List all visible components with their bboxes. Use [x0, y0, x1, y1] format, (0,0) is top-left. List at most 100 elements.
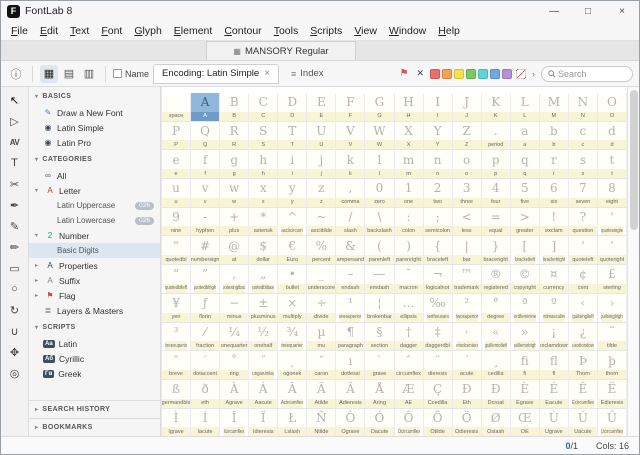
glyph-cell-guillemotright[interactable]: »guillemotright	[511, 323, 540, 352]
glyph-cell-numbersign[interactable]: #numbersign	[191, 236, 220, 265]
glyph-cell-Eth[interactable]: ÐEth	[453, 380, 482, 409]
glyph-cell-Ccedilla[interactable]: ÇCcedilla	[424, 380, 453, 409]
glyph-cell-v[interactable]: vv	[191, 179, 220, 208]
glyph-cell-AE[interactable]: ÆAE	[395, 380, 424, 409]
glyph-cell-x[interactable]: xx	[249, 179, 278, 208]
glyph-cell-h[interactable]: hh	[249, 150, 278, 179]
glyph-cell-J[interactable]: JJ	[453, 93, 482, 122]
glyph-cell-asterisk[interactable]: *asterisk	[249, 208, 278, 237]
glyph-cell-copyright[interactable]: ©copyright	[511, 265, 540, 294]
panel-item-flag[interactable]: ▸⚑Flag	[29, 288, 160, 303]
glyph-cell-ring[interactable]: ˚ring	[220, 351, 249, 380]
glyph-cell-B[interactable]: BB	[220, 93, 249, 122]
color-swatch-4[interactable]	[478, 69, 488, 79]
glyph-cell-florin[interactable]: ƒflorin	[191, 294, 220, 323]
glyph-cell-j[interactable]: jj	[307, 150, 336, 179]
glyph-cell-equal[interactable]: =equal	[482, 208, 511, 237]
glyph-cell-eight[interactable]: 8eight	[598, 179, 627, 208]
glyph-cell-E[interactable]: EE	[307, 93, 336, 122]
glyph-cell-Ograve[interactable]: ÒOgrave	[336, 409, 365, 438]
brush-tool[interactable]: ✏	[5, 238, 25, 256]
knife-tool[interactable]: ✂	[5, 175, 25, 193]
panel-item-number[interactable]: ▾2Number	[29, 228, 160, 243]
glyph-cell-circumflex[interactable]: ˆcircumflex	[395, 351, 424, 380]
glyph-cell-Ntilde[interactable]: ÑNtilde	[307, 409, 336, 438]
glyph-cell-Lslash[interactable]: ŁLslash	[278, 409, 307, 438]
glyph-cell-fl[interactable]: ﬂfl	[540, 351, 569, 380]
glyph-cell-eth[interactable]: ðeth	[191, 380, 220, 409]
glyph-cell-Uacute[interactable]: ÚUacute	[569, 409, 598, 438]
info-button[interactable]: ⓘ	[7, 65, 25, 83]
glyph-cell-colon[interactable]: :colon	[395, 208, 424, 237]
glyph-cell-Ucircumflex[interactable]: ÛUcircumflex	[598, 409, 627, 438]
glyph-cell-ampersand[interactable]: &ampersand	[336, 236, 365, 265]
glyph-cell-Atilde[interactable]: ÃAtilde	[307, 380, 336, 409]
glyph-cell-slash[interactable]: /slash	[336, 208, 365, 237]
view-mode-button-2[interactable]: ▥	[80, 65, 98, 83]
panel-item-latin-simple[interactable]: ◉Latin Simple	[29, 120, 160, 135]
glyph-cell-quotesingle[interactable]: 'quotesingle	[598, 208, 627, 237]
glyph-cell-f[interactable]: ff	[191, 150, 220, 179]
pencil-tool[interactable]: ✎	[5, 217, 25, 235]
glyph-cell-guillemotleft[interactable]: «guillemotleft	[482, 323, 511, 352]
glyph-cell-Z[interactable]: ZZ	[453, 122, 482, 151]
menu-item-element[interactable]: Element	[168, 25, 219, 37]
glyph-cell-Thorn[interactable]: ÞThorn	[569, 351, 598, 380]
glyph-cell-four[interactable]: 4four	[482, 179, 511, 208]
zoom-tool[interactable]: ◎	[5, 364, 25, 382]
glyph-cell-u[interactable]: uu	[162, 179, 191, 208]
glyph-cell-emdash[interactable]: —emdash	[365, 265, 394, 294]
panel-item-basic-digits[interactable]: Basic Digits	[29, 243, 160, 258]
expand-triangle-icon[interactable]: ▾	[35, 187, 41, 194]
menu-item-window[interactable]: Window	[383, 25, 432, 37]
glyph-cell-bar[interactable]: |bar	[453, 236, 482, 265]
glyph-cell-T[interactable]: TT	[278, 122, 307, 151]
glyph-cell-breve[interactable]: ˘breve	[162, 351, 191, 380]
panel-item-letter[interactable]: ▾ALetter	[29, 183, 160, 198]
glyph-cell-Euro[interactable]: €Euro	[278, 236, 307, 265]
glyph-cell-ogonek[interactable]: ˛ogonek	[278, 351, 307, 380]
glyph-cell-space[interactable]: space	[162, 93, 191, 122]
glyph-cell-R[interactable]: RR	[220, 122, 249, 151]
glyph-cell-period[interactable]: .period	[482, 122, 511, 151]
menu-item-contour[interactable]: Contour	[218, 25, 267, 37]
glyph-cell-dollar[interactable]: $dollar	[249, 236, 278, 265]
glyph-cell-U[interactable]: UU	[307, 122, 336, 151]
panel-item-latin-pro[interactable]: ◉Latin Pro	[29, 135, 160, 150]
glyph-cell-bracketleft[interactable]: [bracketleft	[511, 236, 540, 265]
glyph-cell-tilde[interactable]: ˜tilde	[598, 323, 627, 352]
magnet-tool[interactable]: ∪	[5, 322, 25, 340]
expand-triangle-icon[interactable]: ▸	[35, 262, 41, 269]
panel-item-suffix[interactable]: ▸ASuffix	[29, 273, 160, 288]
glyph-cell-yen[interactable]: ¥yen	[162, 294, 191, 323]
glyph-cell-logicalnot[interactable]: ¬logicalnot	[424, 265, 453, 294]
panel-section-scripts[interactable]: ▾SCRIPTS	[29, 318, 160, 336]
glyph-cell-braceleft[interactable]: {braceleft	[424, 236, 453, 265]
glyph-cell-quotesinglbase[interactable]: ‚quotesinglbase	[220, 265, 249, 294]
glyph-cell-Edieresis[interactable]: ËEdieresis	[598, 380, 627, 409]
element-tool[interactable]: ▷	[5, 112, 25, 130]
glyph-cell-three[interactable]: 3three	[453, 179, 482, 208]
glyph-cell-currency[interactable]: ¤currency	[540, 265, 569, 294]
glyph-cell-D[interactable]: DD	[278, 93, 307, 122]
glyph-cell-a[interactable]: aa	[511, 122, 540, 151]
glyph-cell-dotlessi[interactable]: ıdotlessi	[336, 351, 365, 380]
glyph-cell-c[interactable]: cc	[569, 122, 598, 151]
glyph-cell-w[interactable]: ww	[220, 179, 249, 208]
glyph-cell-H[interactable]: HH	[395, 93, 424, 122]
glyph-cell-fi[interactable]: ﬁfi	[511, 351, 540, 380]
panel-item-latin-uppercase[interactable]: Latin Uppercase026	[29, 198, 160, 213]
glyph-cell-threesuperior[interactable]: ³threesuperior	[162, 323, 191, 352]
glyph-cell-onesuperior[interactable]: ¹onesuperior	[336, 294, 365, 323]
glyph-cell-cedilla[interactable]: ¸cedilla	[482, 351, 511, 380]
glyph-cell-p[interactable]: pp	[482, 150, 511, 179]
glyph-cell-endash[interactable]: –endash	[336, 265, 365, 294]
glyph-cell-N[interactable]: NN	[569, 93, 598, 122]
glyph-cell-Ecircumflex[interactable]: ÊEcircumflex	[569, 380, 598, 409]
glyph-cell-sterling[interactable]: £sterling	[598, 265, 627, 294]
index-tab[interactable]: ≡ Index	[283, 64, 332, 84]
panel-item-latin-lowercase[interactable]: Latin Lowercase026	[29, 213, 160, 228]
glyph-cell-dotaccent[interactable]: ˙dotaccent	[191, 351, 220, 380]
glyph-cell-I[interactable]: II	[424, 93, 453, 122]
text-tool[interactable]: T	[5, 154, 25, 172]
